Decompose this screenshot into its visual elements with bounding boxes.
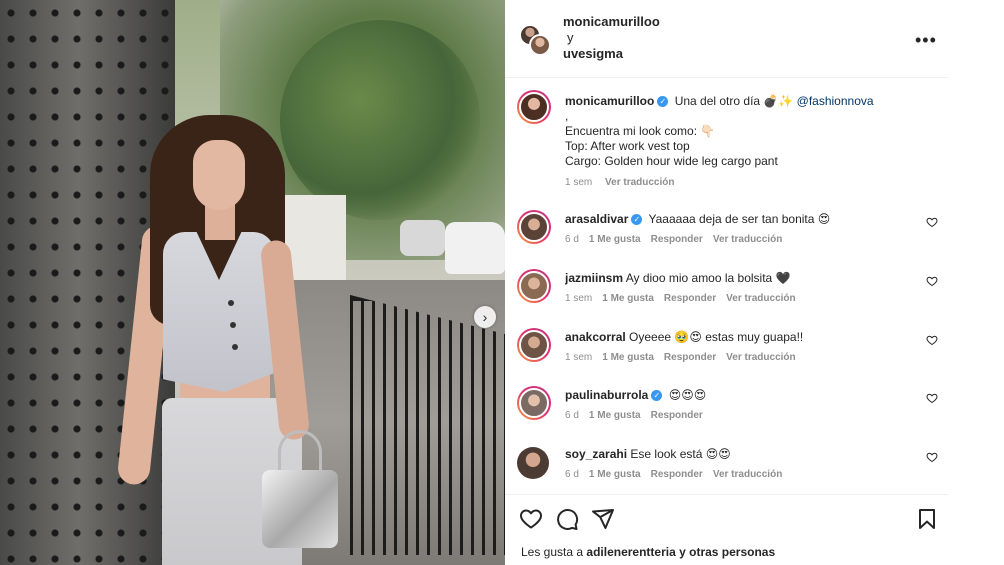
- post-side-panel: monicamurilloo y uvesigma ••• monicamuri…: [505, 0, 948, 565]
- comment-text: Oyeeee 🥹😍 estas muy guapa!!: [629, 330, 804, 344]
- comment-item: anakcorral Oyeeee 🥹😍 estas muy guapa!! 1…: [505, 326, 948, 384]
- translate-link[interactable]: Ver traducción: [713, 469, 782, 480]
- comment-time: 6 d: [565, 410, 579, 421]
- translate-link[interactable]: Ver traducción: [605, 177, 674, 188]
- collab-usernames: monicamurilloo y uvesigma: [563, 14, 660, 62]
- comment-likes[interactable]: 1 Me gusta: [589, 234, 641, 245]
- caption-line-3: Cargo: Golden hour wide leg cargo pant: [565, 154, 778, 168]
- more-options-icon[interactable]: •••: [915, 30, 937, 51]
- collab-avatars[interactable]: [519, 24, 553, 58]
- bookmark-icon[interactable]: [915, 507, 939, 531]
- avatar: [529, 34, 551, 56]
- caption-body: Una del otro día 💣✨: [674, 94, 794, 108]
- likes-prefix: Les gusta a: [521, 545, 584, 559]
- caption-time: 1 sem: [565, 177, 593, 188]
- comment-time: 1 sem: [565, 293, 593, 304]
- collab-and: y: [567, 30, 574, 45]
- small-heart-icon[interactable]: [926, 275, 938, 287]
- comment-username[interactable]: jazmiinsm: [565, 271, 623, 285]
- small-heart-icon[interactable]: [926, 451, 938, 463]
- comment-time: 1 sem: [565, 352, 593, 363]
- avatar[interactable]: [517, 269, 551, 303]
- post-header: monicamurilloo y uvesigma •••: [505, 0, 948, 78]
- comment-username[interactable]: soy_zarahi: [565, 447, 627, 461]
- vest-button: [232, 344, 238, 350]
- post-actions-footer: Les gusta a adilenerentteria y otras per…: [505, 494, 948, 565]
- comment-meta: 1 sem 1 Me gusta Responder Ver traducción: [565, 352, 806, 363]
- carousel-next-button[interactable]: ›: [474, 306, 496, 328]
- collab-user-1[interactable]: monicamurilloo: [563, 14, 660, 29]
- comment-text: Yaaaaaa deja de ser tan bonita 😍: [648, 212, 831, 226]
- translate-link[interactable]: Ver traducción: [713, 234, 782, 245]
- avatar[interactable]: [517, 210, 551, 244]
- reply-button[interactable]: Responder: [651, 234, 703, 245]
- comment-meta: 6 d 1 Me gusta Responder Ver traducción: [565, 234, 792, 245]
- reply-button[interactable]: Responder: [664, 293, 716, 304]
- reply-button[interactable]: Responder: [651, 410, 703, 421]
- small-heart-icon[interactable]: [926, 216, 938, 228]
- post-photo: ›: [0, 0, 505, 565]
- verified-badge-icon: ✓: [631, 214, 643, 226]
- caption-text: monicamurilloo ✓ Una del otro día 💣✨ @fas…: [565, 94, 935, 190]
- comment-likes[interactable]: 1 Me gusta: [589, 410, 641, 421]
- comment-username[interactable]: arasaldivar: [565, 212, 628, 226]
- translate-link[interactable]: Ver traducción: [726, 293, 795, 304]
- heart-outline-icon[interactable]: [519, 507, 543, 531]
- comment-time: 6 d: [565, 469, 579, 480]
- photo-silver-bag: [262, 470, 338, 548]
- vest-button: [230, 322, 236, 328]
- reply-button[interactable]: Responder: [651, 469, 703, 480]
- comment-item: soy_zarahi Ese look está 😍😍 6 d 1 Me gust…: [505, 443, 948, 501]
- photo-person-face: [193, 140, 245, 210]
- photo-car: [445, 222, 505, 274]
- reply-button[interactable]: Responder: [664, 352, 716, 363]
- comment-text: Ese look está 😍😍: [630, 447, 731, 461]
- comment-likes[interactable]: 1 Me gusta: [602, 293, 654, 304]
- comment-meta: 6 d 1 Me gusta Responder Ver traducción: [565, 469, 792, 480]
- avatar[interactable]: [517, 90, 551, 124]
- comment-item: paulinaburrola ✓ 😍😍😍 6 d 1 Me gusta Respond…: [505, 384, 948, 442]
- post-caption: monicamurilloo ✓ Una del otro día 💣✨ @fas…: [505, 88, 948, 200]
- comment-meta: 6 d 1 Me gusta Responder: [565, 410, 713, 421]
- caption-meta: 1 sem Ver traducción: [565, 175, 935, 190]
- small-heart-icon[interactable]: [926, 334, 938, 346]
- paper-plane-icon[interactable]: [591, 507, 615, 531]
- small-heart-icon[interactable]: [926, 392, 938, 404]
- comment-username[interactable]: anakcorral: [565, 330, 626, 344]
- comment-likes[interactable]: 1 Me gusta: [602, 352, 654, 363]
- photo-car-back: [400, 220, 445, 256]
- photo-tree: [280, 20, 480, 220]
- action-bar: [519, 507, 615, 531]
- comment-time: 6 d: [565, 234, 579, 245]
- collab-user-2[interactable]: uvesigma: [563, 46, 623, 61]
- likes-user[interactable]: adilenerentteria: [586, 545, 675, 559]
- chevron-right-icon: ›: [482, 309, 488, 325]
- caption-username[interactable]: monicamurilloo: [565, 94, 654, 108]
- avatar[interactable]: [517, 447, 549, 479]
- comment-likes[interactable]: 1 Me gusta: [589, 469, 641, 480]
- speech-bubble-icon[interactable]: [555, 507, 579, 531]
- caption-dot: ,: [565, 109, 569, 123]
- comment-item: jazmiinsm Ay dioo mio amoo la bolsita 🖤 …: [505, 267, 948, 325]
- caption-mention[interactable]: @fashionnova: [797, 94, 874, 108]
- photo-railing: [350, 295, 505, 555]
- caption-line-2: Top: After work vest top: [565, 139, 690, 153]
- avatar[interactable]: [517, 386, 551, 420]
- verified-badge-icon: ✓: [657, 96, 669, 108]
- avatar[interactable]: [517, 328, 551, 362]
- comment-meta: 1 sem 1 Me gusta Responder Ver traducción: [565, 293, 806, 304]
- comment-text: Ay dioo mio amoo la bolsita 🖤: [625, 271, 791, 285]
- page-margin: [948, 0, 1004, 565]
- caption-line-1: Encuentra mi look como: 👇🏻: [565, 124, 716, 138]
- comment-username[interactable]: paulinaburrola: [565, 388, 648, 402]
- verified-badge-icon: ✓: [651, 390, 663, 402]
- vest-button: [228, 300, 234, 306]
- likes-suffix[interactable]: y otras personas: [679, 545, 775, 559]
- likes-summary: Les gusta a adilenerentteria y otras per…: [521, 545, 775, 559]
- translate-link[interactable]: Ver traducción: [726, 352, 795, 363]
- comment-text: 😍😍😍: [668, 388, 707, 402]
- comment-item: arasaldivar ✓ Yaaaaaa deja de ser tan bon…: [505, 208, 948, 266]
